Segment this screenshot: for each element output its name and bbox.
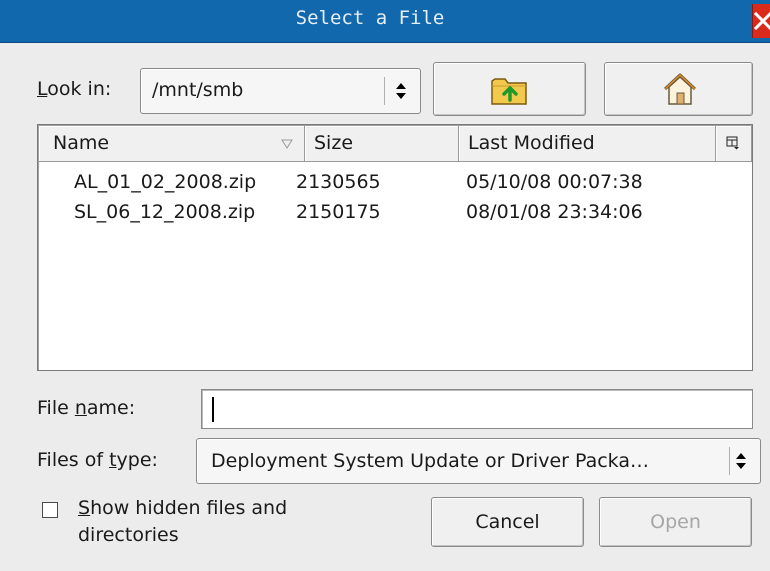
files-of-type-value: Deployment System Update or Driver Packa… [211, 450, 649, 472]
file-list[interactable]: Name Size Last Modified AL_01_02_2008.zi… [37, 124, 753, 371]
look-in-combobox[interactable]: /mnt/smb [140, 68, 421, 114]
file-modified-cell: 05/10/08 00:07:38 [466, 171, 643, 193]
files-of-type-combobox[interactable]: Deployment System Update or Driver Packa… [196, 438, 761, 484]
files-of-type-label: Files of type: [37, 449, 158, 471]
open-button-label: Open [650, 511, 701, 533]
file-name-cell: SL_06_12_2008.zip [74, 201, 256, 223]
file-size-cell: 2130565 [296, 171, 381, 193]
file-name-cell: AL_01_02_2008.zip [74, 171, 257, 193]
updown-arrows-icon [396, 83, 406, 99]
open-button[interactable]: Open [599, 497, 752, 547]
column-header-name[interactable]: Name [39, 126, 305, 162]
look-in-value: /mnt/smb [152, 79, 244, 101]
file-name-label: File name: [37, 397, 136, 419]
file-dialog-window: Select a File Look in: /mnt/smb Name Siz… [0, 0, 770, 571]
column-chooser-button[interactable] [716, 126, 752, 162]
close-icon [754, 12, 770, 30]
table-row[interactable]: AL_01_02_2008.zip 2130565 05/10/08 00:07… [38, 171, 750, 201]
cancel-button[interactable]: Cancel [431, 497, 584, 547]
parent-folder-button[interactable] [433, 62, 586, 116]
updown-arrows-icon [736, 453, 746, 469]
window-title: Select a File [295, 7, 445, 29]
file-size-cell: 2150175 [296, 201, 381, 223]
table-row[interactable]: SL_06_12_2008.zip 2150175 08/01/08 23:34… [38, 201, 750, 231]
file-name-input[interactable] [201, 389, 753, 429]
file-list-header: Name Size Last Modified [39, 126, 752, 162]
home-button[interactable] [604, 62, 753, 116]
title-bar[interactable]: Select a File [0, 0, 770, 43]
show-hidden-label[interactable]: Show hidden files and directories [78, 495, 368, 549]
show-hidden-checkbox[interactable] [42, 502, 58, 518]
combo-separator [384, 77, 385, 105]
look-in-label: Look in: [37, 78, 112, 100]
file-modified-cell: 08/01/08 23:34:06 [466, 201, 643, 223]
column-header-last-modified[interactable]: Last Modified [459, 126, 716, 162]
cancel-button-label: Cancel [475, 511, 540, 533]
sort-descending-icon [281, 139, 293, 149]
folder-up-icon [491, 78, 527, 105]
combo-separator [729, 447, 730, 475]
close-button[interactable] [752, 4, 770, 38]
text-caret [212, 397, 214, 422]
home-icon [663, 73, 697, 105]
column-chooser-icon [726, 136, 739, 150]
column-header-size[interactable]: Size [305, 126, 459, 162]
